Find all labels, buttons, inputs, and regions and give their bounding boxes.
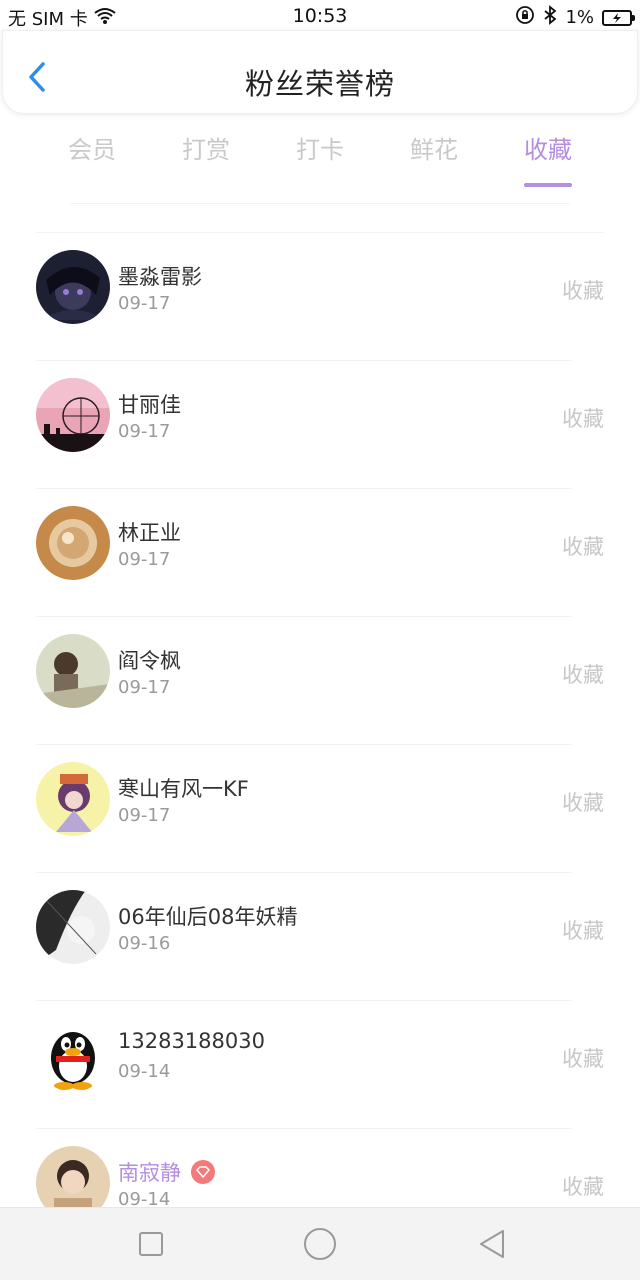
battery-percent: 1% [565,7,594,28]
tab-favorites[interactable]: 收藏 [492,130,604,187]
tab-member[interactable]: 会员 [36,130,148,186]
list-item[interactable]: 13283188030 09-14 收藏 [0,1001,640,1129]
rotation-lock-icon [515,5,535,30]
user-name: 阎令枫 [118,645,181,675]
system-nav-bar [0,1207,640,1280]
list-item[interactable]: 林正业 09-17 收藏 [0,489,640,617]
user-name-text: 寒山有风一KF [118,777,249,801]
battery-icon [602,9,635,26]
favorite-action[interactable]: 收藏 [562,1171,604,1201]
avatar[interactable] [36,634,110,708]
tab-bar: 会员 打赏 打卡 鲜花 收藏 [36,130,604,187]
favorite-action[interactable]: 收藏 [562,531,604,561]
date-text: 09-17 [118,421,171,442]
back-nav-button[interactable] [474,1226,510,1262]
user-name: 林正业 [118,517,181,547]
status-bar: 无 SIM 卡 10:53 1% [0,0,640,34]
user-name-text: 06年仙后08年妖精 [118,905,298,929]
user-name: 13283188030 [118,1029,265,1053]
date-text: 09-14 [118,1061,171,1082]
list-item[interactable]: 甘丽佳 09-17 收藏 [0,361,640,489]
list-item[interactable]: 墨淼雷影 09-17 收藏 [0,233,640,361]
user-name-text: 甘丽佳 [118,393,181,417]
user-name-text: 13283188030 [118,1029,265,1053]
favorite-action[interactable]: 收藏 [562,403,604,433]
avatar[interactable] [36,762,110,836]
user-name: 南寂静 [118,1157,215,1187]
favorite-action[interactable]: 收藏 [562,275,604,305]
favorite-action[interactable]: 收藏 [562,659,604,689]
fan-list: 墨淼雷影 09-17 收藏 甘丽佳 09-17 收藏 林正业 09-17 收藏 … [0,233,640,1257]
user-name: 寒山有风一KF [118,773,249,803]
date-text: 09-17 [118,293,171,314]
user-name-text: 阎令枫 [118,649,181,673]
tab-flowers[interactable]: 鲜花 [378,130,490,186]
avatar[interactable] [36,1018,110,1092]
triangle-back-icon [480,1230,504,1258]
favorite-action[interactable]: 收藏 [562,787,604,817]
user-name-text: 南寂静 [118,1161,181,1185]
user-name: 墨淼雷影 [118,261,202,291]
list-item[interactable]: 寒山有风一KF 09-17 收藏 [0,745,640,873]
square-icon [139,1232,163,1256]
app-screen: 无 SIM 卡 10:53 1% 粉丝荣誉榜 会员 打赏 打卡 鲜花 收藏 墨淼… [0,0,640,1280]
date-text: 09-17 [118,805,171,826]
list-item[interactable]: 06年仙后08年妖精 09-16 收藏 [0,873,640,1001]
status-right: 1% [515,5,635,30]
avatar[interactable] [36,506,110,580]
user-name-text: 林正业 [118,521,181,545]
page-title: 粉丝荣誉榜 [244,67,395,101]
tab-reward[interactable]: 打赏 [150,130,262,186]
user-name: 06年仙后08年妖精 [118,901,297,931]
avatar[interactable] [36,250,110,324]
user-name-text: 墨淼雷影 [118,265,202,289]
tab-checkin[interactable]: 打卡 [264,130,376,186]
date-text: 09-16 [118,933,171,954]
favorite-action[interactable]: 收藏 [562,1043,604,1073]
recent-apps-button[interactable] [133,1226,169,1262]
list-item[interactable]: 阎令枫 09-17 收藏 [0,617,640,745]
home-button[interactable] [302,1226,338,1262]
circle-icon [304,1228,336,1260]
date-text: 09-17 [118,677,171,698]
date-text: 09-17 [118,549,171,570]
bluetooth-icon [543,5,557,30]
favorite-action[interactable]: 收藏 [562,915,604,945]
avatar[interactable] [36,378,110,452]
diamond-badge-icon [191,1160,215,1184]
avatar[interactable] [36,890,110,964]
header-bar: 粉丝荣誉榜 [2,30,638,114]
divider [70,203,570,204]
user-name: 甘丽佳 [118,389,181,419]
